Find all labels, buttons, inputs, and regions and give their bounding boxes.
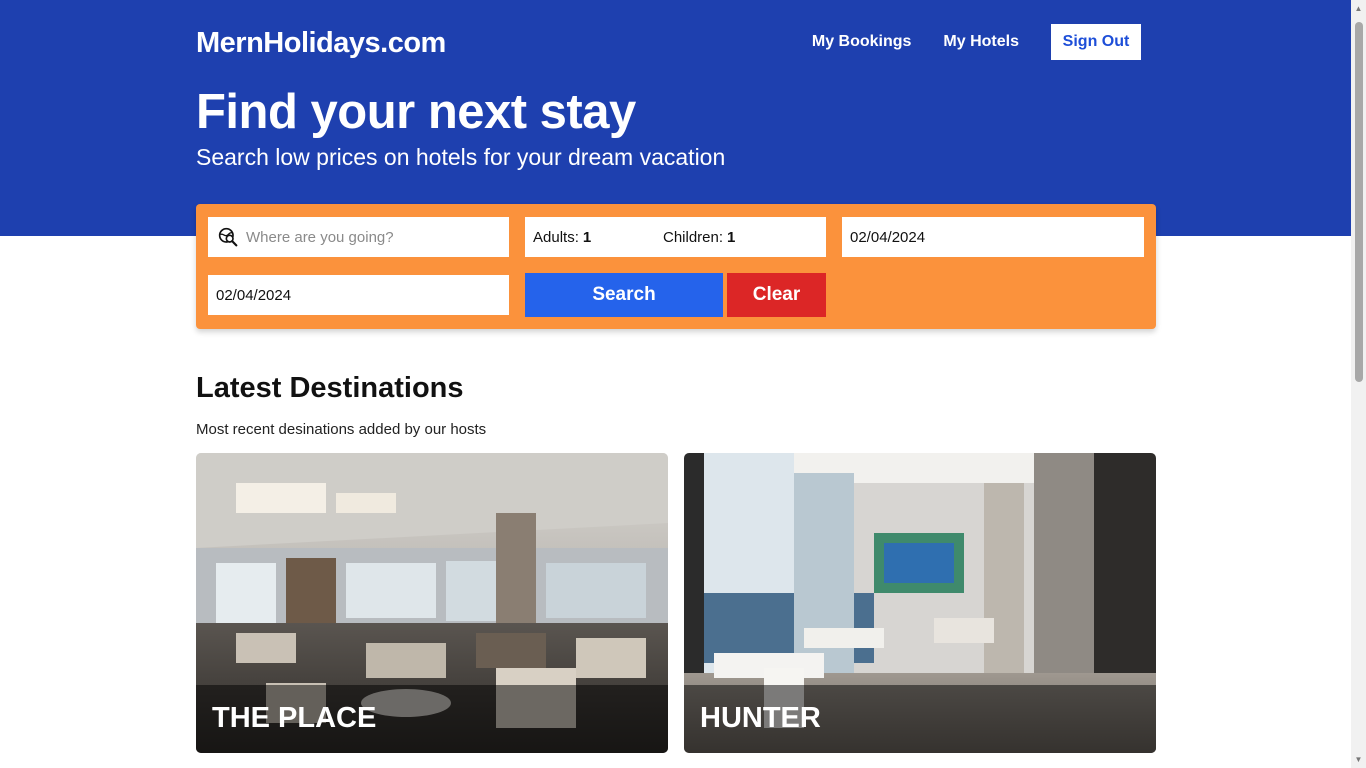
top-nav: My Bookings My Hotels Sign Out [812,24,1141,60]
check-in-date-value[interactable]: 02/04/2024 [850,229,925,246]
page-scrollbar[interactable]: ▲ ▼ [1351,0,1366,768]
destination-card[interactable]: THE PLACE [196,453,668,753]
adults-field[interactable]: Adults: 1 [533,229,663,246]
scroll-down-arrow-icon[interactable]: ▼ [1351,751,1366,768]
section-title: Latest Destinations [196,372,464,404]
my-bookings-link[interactable]: My Bookings [812,24,912,60]
globe-search-icon [218,227,238,247]
section-subtitle: Most recent desinations added by our hos… [196,421,487,438]
search-bar: Adults: 1 Children: 1 02/04/2024 02/04/2… [196,204,1156,329]
check-in-date-field[interactable]: 02/04/2024 [842,217,1144,257]
check-out-date-field[interactable]: 02/04/2024 [208,275,509,315]
hero-subtitle: Search low prices on hotels for your dre… [196,144,726,170]
adults-value[interactable]: 1 [583,229,591,246]
check-out-date-value[interactable]: 02/04/2024 [216,287,291,304]
children-label: Children: [663,228,724,246]
destination-name: THE PLACE [196,685,668,753]
scrollbar-thumb[interactable] [1355,22,1363,382]
clear-button[interactable]: Clear [727,273,826,317]
children-value[interactable]: 1 [727,229,735,246]
destination-input[interactable] [246,228,496,246]
destination-field[interactable] [208,217,509,257]
scroll-up-arrow-icon[interactable]: ▲ [1351,0,1366,17]
hero-header: MernHolidays.com My Bookings My Hotels S… [0,0,1351,236]
hero-title: Find your next stay [196,85,636,139]
destination-name: HUNTER [684,685,1156,753]
adults-label: Adults: [533,228,579,246]
search-button[interactable]: Search [525,273,723,317]
guests-field: Adults: 1 Children: 1 [525,217,826,257]
brand-logo[interactable]: MernHolidays.com [196,27,446,60]
sign-out-button[interactable]: Sign Out [1051,24,1141,60]
destination-card[interactable]: HUNTER [684,453,1156,753]
my-hotels-link[interactable]: My Hotels [943,24,1019,60]
children-field[interactable]: Children: 1 [663,229,793,246]
